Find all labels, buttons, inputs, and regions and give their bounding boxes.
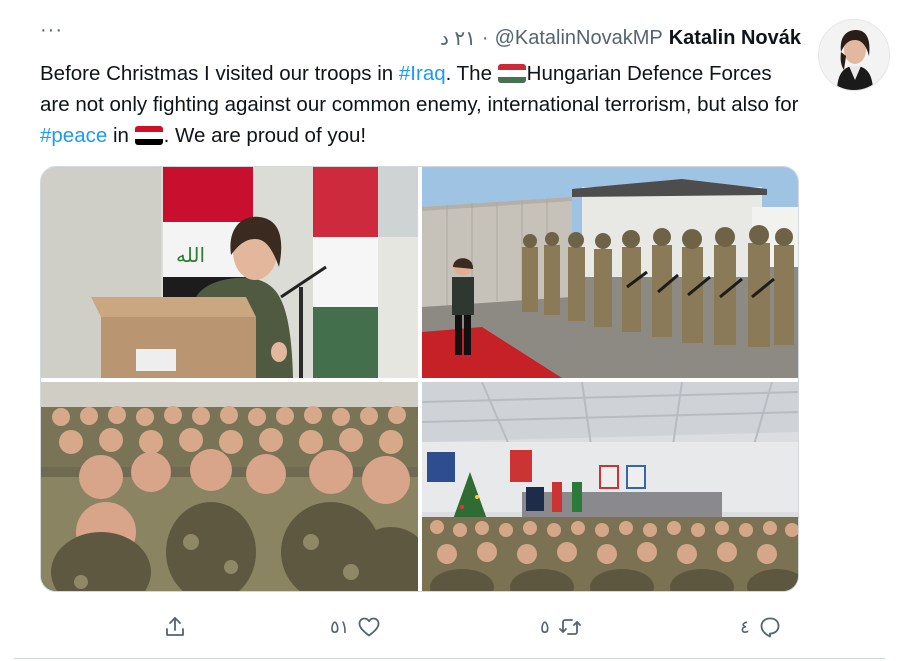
more-options-icon[interactable]: ··· <box>40 20 63 40</box>
share-button[interactable] <box>163 612 187 642</box>
tweet-header: ٢١ د · @KatalinNovakMP Katalin Novák <box>440 26 801 51</box>
hashtag-iraq[interactable]: #Iraq <box>399 62 446 85</box>
photo-honor-guard[interactable] <box>422 167 798 378</box>
photo-troops-audience-closeup[interactable] <box>41 382 418 591</box>
tweet-text-part: . We are proud of you! <box>163 124 367 147</box>
reply-count: ٤ <box>740 616 750 637</box>
hungary-flag-icon <box>497 64 526 83</box>
photo-speech-podium[interactable]: الله <box>41 167 418 378</box>
retweet-icon <box>558 619 581 635</box>
author-handle[interactable]: @KatalinNovakMP <box>495 27 663 50</box>
retweet-count: ٥ <box>540 616 550 637</box>
reply-button[interactable]: ٤ <box>740 612 782 642</box>
author-name[interactable]: Katalin Novák <box>669 27 801 50</box>
avatar[interactable] <box>818 19 890 91</box>
header-separator: · <box>481 27 489 49</box>
tweet-text-part: in <box>107 124 135 147</box>
svg-text:الله: الله <box>176 243 205 267</box>
share-icon <box>166 617 184 636</box>
tweet-text-part: . The <box>445 62 498 85</box>
like-count: ٥١ <box>330 616 350 637</box>
tweet-text: Before Christmas I visited our troops in… <box>40 58 800 151</box>
like-button[interactable]: ٥١ <box>330 612 381 642</box>
iraq-flag-icon <box>134 126 163 145</box>
tweet-text-part: Before Christmas I visited our troops in <box>40 62 399 85</box>
tweet-divider <box>14 658 885 659</box>
hashtag-peace[interactable]: #peace <box>40 124 107 147</box>
media-grid: الله <box>40 166 799 592</box>
heart-icon <box>358 617 380 637</box>
photo-hall-audience[interactable] <box>422 382 798 591</box>
tweet-actions: ٥١ ٥ ٤ <box>0 612 899 642</box>
tweet-timestamp[interactable]: ٢١ د <box>440 26 476 51</box>
tweet-card[interactable]: ··· ٢١ د · @KatalinNovakMP Katalin Novák… <box>0 0 899 661</box>
retweet-button[interactable]: ٥ <box>540 612 582 642</box>
reply-icon <box>760 617 780 638</box>
avatar-portrait <box>819 20 889 90</box>
